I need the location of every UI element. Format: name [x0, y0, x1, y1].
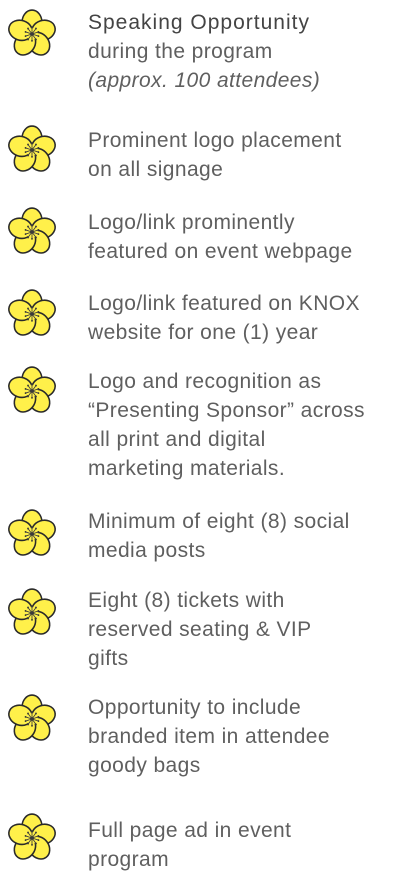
benefit-line: all print and digital: [88, 428, 266, 451]
benefit-line: on all signage: [88, 158, 224, 181]
benefit-text: Minimum of eight (8) social media posts: [88, 507, 394, 565]
flower-icon: [6, 812, 58, 864]
benefit-line: Logo and recognition as: [88, 370, 322, 393]
benefit-line: reserved seating & VIP: [88, 618, 312, 641]
benefit-line: marketing materials.: [88, 457, 286, 480]
benefit-line: featured on event webpage: [88, 240, 353, 263]
benefit-line: goody bags: [88, 754, 201, 777]
benefit-text: Logo/link featured on KNOX website for on…: [88, 289, 394, 347]
benefit-line: Prominent logo placement: [88, 129, 342, 152]
benefit-text: Logo/link prominently featured on event w…: [88, 208, 394, 266]
flower-icon: [6, 508, 58, 560]
flower-icon: [6, 365, 58, 417]
benefit-text: Speaking Opportunity during the program (a…: [88, 8, 394, 95]
benefit-text: Opportunity to include branded item in at…: [88, 693, 394, 780]
benefit-line: program: [88, 848, 169, 871]
benefit-line: during the program: [88, 40, 273, 63]
benefit-line: branded item in attendee: [88, 725, 330, 748]
benefit-line: Full page ad in event: [88, 819, 292, 842]
benefit-line: website for one (1) year: [88, 321, 319, 344]
benefit-line: Minimum of eight (8) social: [88, 510, 350, 533]
benefit-text: Prominent logo placement on all signage: [88, 126, 394, 184]
sponsor-benefits-list: Speaking Opportunity during the program (a…: [0, 0, 398, 874]
benefit-heading: Speaking Opportunity: [88, 11, 310, 34]
benefit-line: Eight (8) tickets with: [88, 589, 285, 612]
benefit-line: Opportunity to include: [88, 696, 302, 719]
benefit-text: Eight (8) tickets with reserved seating &…: [88, 586, 394, 673]
benefit-note: (approx. 100 attendees): [88, 69, 321, 92]
benefit-line: Logo/link featured on KNOX: [88, 292, 360, 315]
flower-icon: [6, 288, 58, 340]
flower-icon: [6, 8, 58, 60]
benefit-line: Logo/link prominently: [88, 211, 295, 234]
flower-icon: [6, 206, 58, 258]
benefit-text: Logo and recognition as “Presenting Spons…: [88, 367, 394, 483]
flower-icon: [6, 587, 58, 639]
benefit-line: “Presenting Sponsor” across: [88, 399, 365, 422]
benefit-line: gifts: [88, 647, 129, 670]
benefit-line: media posts: [88, 539, 206, 562]
flower-icon: [6, 693, 58, 745]
benefit-text: Full page ad in event program: [88, 816, 394, 874]
flower-icon: [6, 124, 58, 176]
